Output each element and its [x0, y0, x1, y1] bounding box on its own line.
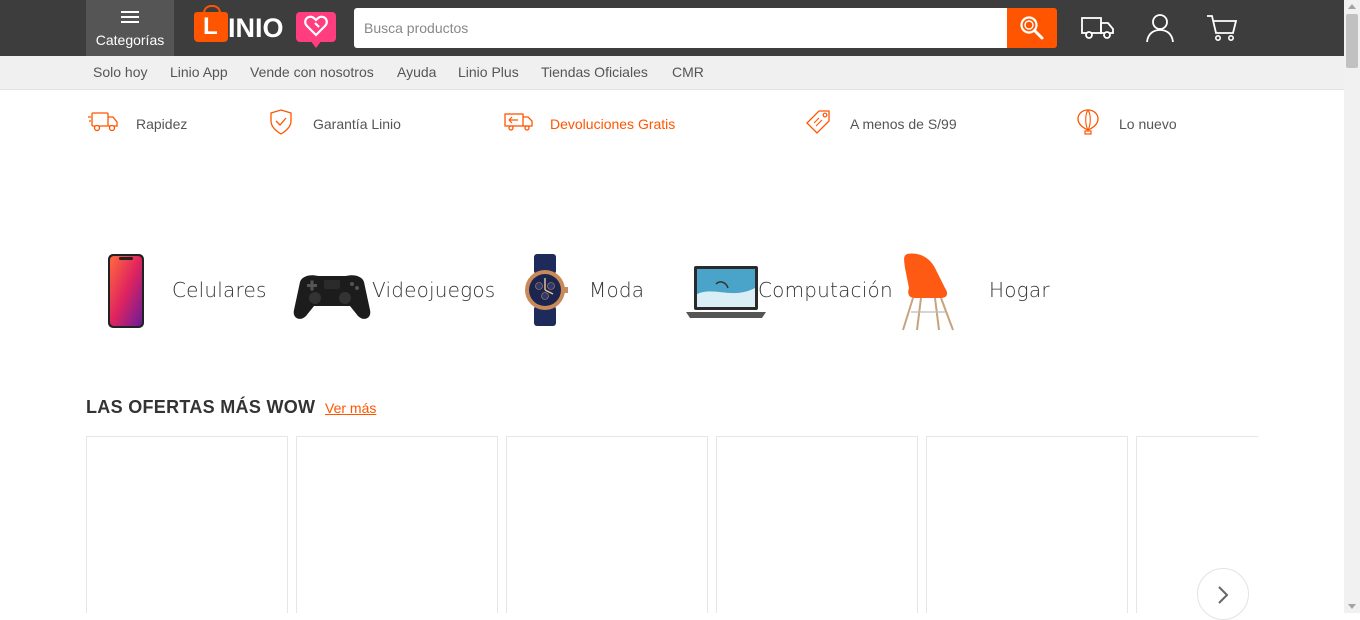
benefit-label: A menos de S/99	[850, 116, 957, 132]
categories-label: Categorías	[95, 32, 165, 48]
nav-linio-plus[interactable]: Linio Plus	[458, 64, 519, 80]
scroll-down-arrow-icon[interactable]	[1348, 604, 1356, 609]
benefit-label: Rapidez	[136, 116, 188, 132]
laptop-image	[686, 266, 766, 318]
deal-card[interactable]	[296, 436, 498, 613]
category-celulares[interactable]: Celulares	[96, 248, 266, 334]
fast-truck-icon	[88, 112, 118, 132]
nav-vende-con-nosotros[interactable]: Vende con nosotros	[250, 64, 374, 80]
gamepad-image	[293, 275, 371, 319]
balloon-icon	[1077, 109, 1099, 135]
ver-mas-link[interactable]: Ver más	[325, 400, 376, 416]
heart-icon	[296, 12, 336, 48]
deal-card[interactable]	[926, 436, 1128, 613]
category-label: Moda	[589, 278, 645, 302]
deal-card[interactable]	[716, 436, 918, 613]
search-input[interactable]	[354, 8, 1008, 48]
chevron-right-icon	[1218, 586, 1229, 604]
nav-solo-hoy[interactable]: Solo hoy	[93, 64, 147, 80]
price-tag-icon	[806, 110, 830, 134]
category-label: Videojuegos	[372, 278, 496, 302]
nav-cmr[interactable]: CMR	[672, 64, 704, 80]
scroll-up-arrow-icon[interactable]	[1348, 4, 1356, 9]
shield-check-icon	[270, 109, 292, 135]
user-icon[interactable]	[1143, 12, 1179, 44]
category-moda[interactable]: Moda	[505, 248, 645, 334]
menu-icon	[121, 11, 139, 23]
scroll-thumb[interactable]	[1346, 14, 1358, 68]
categories-button[interactable]: Categorías	[86, 0, 174, 56]
category-computacion[interactable]: Computación	[684, 248, 893, 334]
benefit-label: Lo nuevo	[1119, 116, 1177, 132]
category-hogar[interactable]: Hogar	[895, 248, 1050, 334]
top-header: Categorías L INIO	[0, 0, 1344, 56]
category-label: Celulares	[172, 278, 267, 302]
category-label: Hogar	[989, 278, 1050, 302]
search-icon	[1020, 16, 1044, 40]
deal-card[interactable]	[506, 436, 708, 613]
category-videojuegos[interactable]: Videojuegos	[290, 248, 495, 334]
truck-icon[interactable]	[1080, 12, 1116, 44]
watch-image	[525, 254, 568, 326]
vertical-scrollbar[interactable]	[1344, 0, 1360, 613]
cart-icon[interactable]	[1205, 12, 1241, 44]
benefit-label: Devoluciones Gratis	[550, 116, 676, 132]
chair-image	[902, 253, 954, 331]
category-label: Computación	[758, 278, 893, 302]
nav-tiendas-oficiales[interactable]: Tiendas Oficiales	[541, 64, 648, 80]
secondary-nav: Solo hoy Linio App Vende con nosotros Ay…	[0, 56, 1344, 90]
deal-card[interactable]	[86, 436, 288, 613]
carousel-next-button[interactable]	[1197, 568, 1249, 620]
nav-ayuda[interactable]: Ayuda	[397, 64, 436, 80]
nav-linio-app[interactable]: Linio App	[170, 64, 228, 80]
benefit-label: Garantía Linio	[313, 116, 401, 132]
linio-logo[interactable]: L INIO	[194, 5, 339, 50]
return-truck-icon	[504, 113, 533, 131]
smartphone-image	[108, 254, 144, 328]
search-button[interactable]	[1007, 8, 1057, 48]
deals-title: LAS OFERTAS MÁS WOW	[86, 397, 316, 417]
